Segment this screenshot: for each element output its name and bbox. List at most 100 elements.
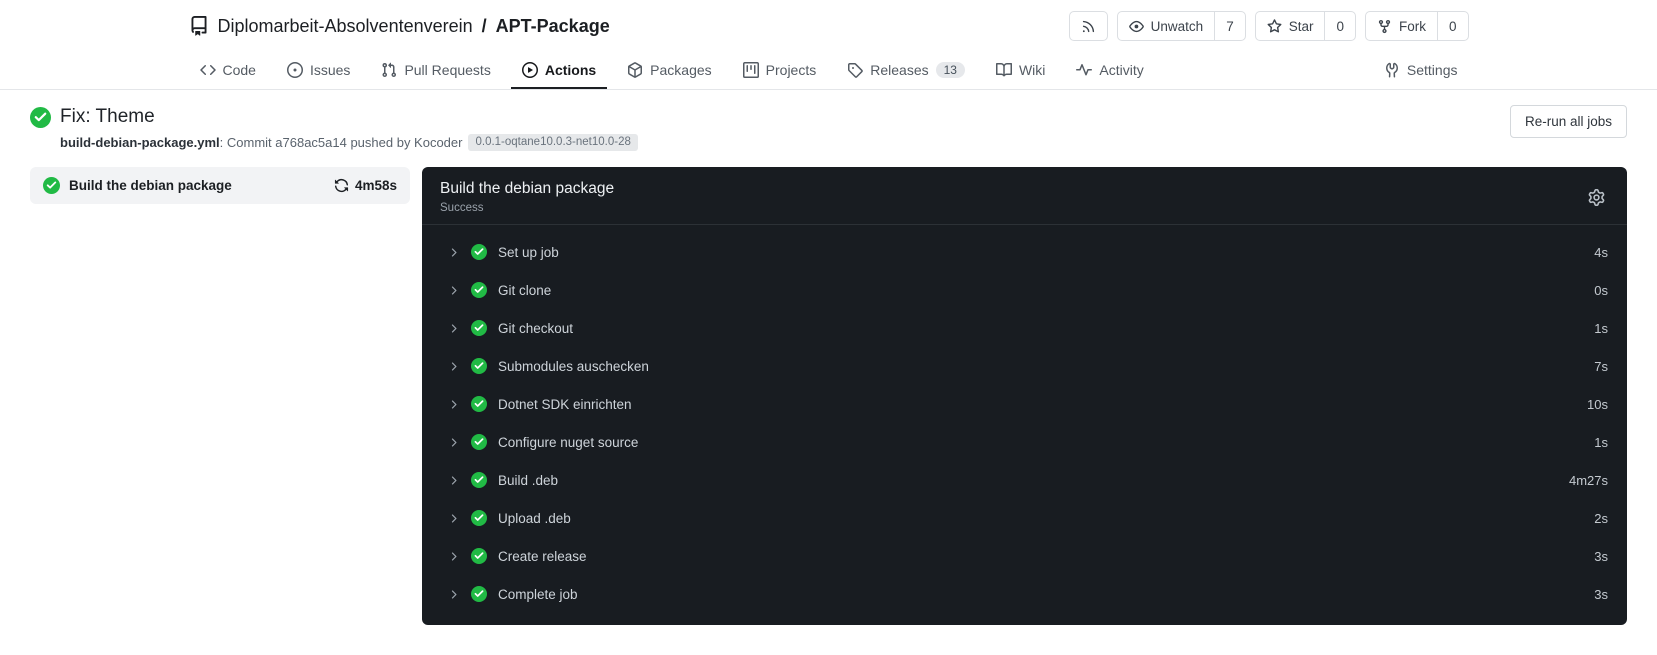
unwatch-button[interactable]: Unwatch — [1118, 12, 1215, 40]
tab-wiki[interactable]: Wiki — [985, 52, 1056, 89]
tab-actions-label: Actions — [544, 61, 597, 78]
step-success-check-icon — [471, 282, 487, 298]
tab-pull-requests-label: Pull Requests — [404, 61, 491, 78]
ref-badge[interactable]: 0.0.1-oqtane10.0.3-net10.0-28 — [468, 133, 638, 152]
play-circle-icon — [522, 62, 538, 78]
releases-count-badge: 13 — [935, 61, 965, 78]
tab-packages-label: Packages — [650, 61, 712, 78]
step-name: Set up job — [498, 244, 559, 260]
step-success-check-icon — [471, 510, 487, 526]
tab-releases[interactable]: Releases 13 — [836, 52, 976, 89]
step-name: Complete job — [498, 586, 578, 602]
repo-owner-link[interactable]: Diplomarbeit-Absolventenverein — [218, 16, 473, 37]
step-success-check-icon — [471, 548, 487, 564]
step-row[interactable]: Upload .deb 2s — [422, 499, 1627, 537]
fork-button[interactable]: Fork — [1366, 12, 1437, 40]
repo-action-buttons: Unwatch 7 Star 0 Fork 0 — [1068, 11, 1469, 41]
job-list-item[interactable]: Build the debian package 4m58s — [30, 167, 410, 205]
chevron-right-icon[interactable] — [447, 398, 460, 411]
step-name: Dotnet SDK einrichten — [498, 396, 632, 412]
step-row[interactable]: Git clone 0s — [422, 271, 1627, 309]
step-name: Upload .deb — [498, 510, 571, 526]
tab-settings-label: Settings — [1406, 61, 1458, 78]
step-row[interactable]: Build .deb 4m27s — [422, 461, 1627, 499]
tab-code-label: Code — [222, 61, 256, 78]
step-success-check-icon — [471, 586, 487, 602]
job-list: Build the debian package 4m58s — [30, 167, 410, 205]
fork-button-group: Fork 0 — [1364, 11, 1469, 41]
tab-actions[interactable]: Actions — [510, 52, 608, 89]
step-row[interactable]: Set up job 4s — [422, 233, 1627, 271]
unwatch-label: Unwatch — [1150, 18, 1204, 34]
rss-icon — [1081, 19, 1096, 34]
step-duration: 3s — [1594, 586, 1608, 602]
tab-releases-label: Releases — [870, 61, 929, 78]
tab-activity[interactable]: Activity — [1065, 52, 1154, 89]
step-row[interactable]: Configure nuget source 1s — [422, 423, 1627, 461]
workflow-run-section: Fix: Theme build-debian-package.yml: Com… — [0, 90, 1657, 626]
step-success-check-icon — [471, 396, 487, 412]
chevron-right-icon[interactable] — [447, 436, 460, 449]
step-duration: 10s — [1587, 396, 1608, 412]
workflow-file-link[interactable]: build-debian-package.yml — [60, 135, 220, 150]
package-icon — [627, 62, 643, 78]
tab-issues[interactable]: Issues — [276, 52, 361, 89]
tab-settings[interactable]: Settings — [1373, 52, 1469, 89]
step-row[interactable]: Submodules auschecken 7s — [422, 347, 1627, 385]
rerun-all-jobs-button[interactable]: Re-run all jobs — [1509, 105, 1627, 138]
chevron-right-icon[interactable] — [447, 322, 460, 335]
star-button-group: Star 0 — [1254, 11, 1356, 41]
step-duration: 4s — [1594, 244, 1608, 260]
step-name: Git clone — [498, 282, 552, 298]
code-icon — [200, 62, 216, 78]
tab-code[interactable]: Code — [189, 52, 267, 89]
tab-packages[interactable]: Packages — [616, 52, 722, 89]
watch-button-group: Unwatch 7 — [1116, 11, 1246, 41]
step-row[interactable]: Create release 3s — [422, 537, 1627, 575]
run-header: Fix: Theme build-debian-package.yml: Com… — [30, 90, 1627, 161]
rerun-job-icon[interactable] — [334, 178, 349, 193]
repo-header: Diplomarbeit-Absolventenverein / APT-Pac… — [0, 0, 1657, 52]
rss-button[interactable] — [1068, 11, 1108, 41]
console-gear-icon[interactable] — [1584, 185, 1609, 210]
tab-pull-requests[interactable]: Pull Requests — [370, 52, 501, 89]
chevron-right-icon[interactable] — [447, 588, 460, 601]
project-icon — [743, 62, 759, 78]
step-row[interactable]: Dotnet SDK einrichten 10s — [422, 385, 1627, 423]
chevron-right-icon[interactable] — [447, 246, 460, 259]
step-success-check-icon — [471, 472, 487, 488]
step-name: Configure nuget source — [498, 434, 639, 450]
chevron-right-icon[interactable] — [447, 360, 460, 373]
git-pull-request-icon — [381, 62, 397, 78]
tab-projects[interactable]: Projects — [732, 52, 828, 89]
step-success-check-icon — [471, 434, 487, 450]
pulse-icon — [1076, 62, 1092, 78]
job-console-panel: Build the debian package Success Set up … — [422, 167, 1627, 626]
stars-count[interactable]: 0 — [1324, 12, 1355, 40]
repo-tab-bar: Code Issues Pull Requests Actions Packag… — [0, 52, 1657, 90]
step-name: Submodules auschecken — [498, 358, 649, 374]
forks-count[interactable]: 0 — [1436, 12, 1468, 40]
step-duration: 0s — [1594, 282, 1608, 298]
console-header: Build the debian package Success — [422, 167, 1627, 226]
chevron-right-icon[interactable] — [447, 512, 460, 525]
step-name: Git checkout — [498, 320, 574, 336]
job-success-check-icon — [43, 177, 60, 194]
step-duration: 7s — [1594, 358, 1608, 374]
step-row[interactable]: Complete job 3s — [422, 575, 1627, 613]
step-success-check-icon — [471, 244, 487, 260]
step-duration: 2s — [1594, 510, 1608, 526]
step-name: Create release — [498, 548, 587, 564]
step-name: Build .deb — [498, 472, 559, 488]
star-button[interactable]: Star — [1256, 12, 1325, 40]
repo-name-link[interactable]: APT-Package — [496, 16, 610, 37]
step-duration: 1s — [1594, 434, 1608, 450]
run-subtitle: build-debian-package.yml: Commit a768ac5… — [60, 133, 638, 152]
fork-icon — [1377, 19, 1392, 34]
chevron-right-icon[interactable] — [447, 474, 460, 487]
chevron-right-icon[interactable] — [447, 284, 460, 297]
watchers-count[interactable]: 7 — [1214, 12, 1245, 40]
chevron-right-icon[interactable] — [447, 550, 460, 563]
step-row[interactable]: Git checkout 1s — [422, 309, 1627, 347]
run-title: Fix: Theme — [60, 106, 155, 127]
